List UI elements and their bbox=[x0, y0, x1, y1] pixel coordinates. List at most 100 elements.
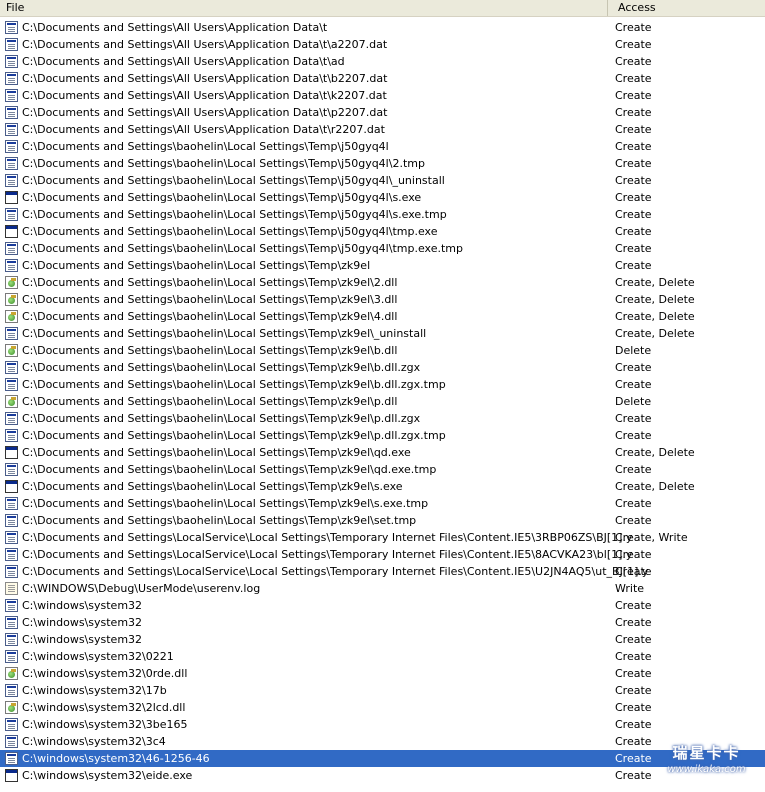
file-path: C:\Documents and Settings\baohelin\Local… bbox=[22, 327, 427, 340]
file-path: C:\Documents and Settings\All Users\Appl… bbox=[22, 106, 388, 119]
table-row[interactable]: C:\Documents and Settings\baohelin\Local… bbox=[0, 189, 765, 206]
access-type: Create bbox=[615, 38, 652, 51]
access-type: Create bbox=[615, 752, 652, 765]
file-path: C:\Documents and Settings\baohelin\Local… bbox=[22, 208, 447, 221]
file-path: C:\Documents and Settings\baohelin\Local… bbox=[22, 480, 403, 493]
table-row[interactable]: C:\windows\system32 Create bbox=[0, 631, 765, 648]
table-row[interactable]: C:\Documents and Settings\baohelin\Local… bbox=[0, 206, 765, 223]
file-path: C:\Documents and Settings\baohelin\Local… bbox=[22, 276, 398, 289]
table-row[interactable]: C:\Documents and Settings\baohelin\Local… bbox=[0, 172, 765, 189]
access-type: Create bbox=[615, 616, 652, 629]
column-header-access[interactable]: Access bbox=[609, 0, 765, 16]
table-row[interactable]: C:\Documents and Settings\LocalService\L… bbox=[0, 529, 765, 546]
dll-file-icon bbox=[5, 667, 18, 680]
table-row[interactable]: C:\Documents and Settings\All Users\Appl… bbox=[0, 104, 765, 121]
table-row[interactable]: C:\Documents and Settings\baohelin\Local… bbox=[0, 393, 765, 410]
access-type: Create, Write bbox=[615, 531, 688, 544]
table-row[interactable]: C:\windows\system32\0221 Create bbox=[0, 648, 765, 665]
table-row[interactable]: C:\Documents and Settings\baohelin\Local… bbox=[0, 444, 765, 461]
doc-file-icon bbox=[5, 616, 18, 629]
access-type: Create bbox=[615, 123, 652, 136]
access-type: Create bbox=[615, 735, 652, 748]
file-path: C:\Documents and Settings\baohelin\Local… bbox=[22, 514, 417, 527]
doc-file-icon bbox=[5, 89, 18, 102]
table-row[interactable]: C:\Documents and Settings\baohelin\Local… bbox=[0, 257, 765, 274]
access-type: Create bbox=[615, 361, 652, 374]
column-header-file[interactable]: File bbox=[0, 0, 608, 16]
doc-file-icon bbox=[5, 55, 18, 68]
exe-file-icon bbox=[5, 191, 18, 204]
table-row[interactable]: C:\Documents and Settings\All Users\Appl… bbox=[0, 121, 765, 138]
access-type: Create bbox=[615, 429, 652, 442]
file-path: C:\Documents and Settings\baohelin\Local… bbox=[22, 174, 445, 187]
table-row[interactable]: C:\Documents and Settings\baohelin\Local… bbox=[0, 410, 765, 427]
doc-file-icon bbox=[5, 412, 18, 425]
watermark-title: 瑞星卡卡 bbox=[672, 744, 741, 762]
table-row[interactable]: C:\Documents and Settings\baohelin\Local… bbox=[0, 138, 765, 155]
doc-file-icon bbox=[5, 429, 18, 442]
access-type: Create bbox=[615, 514, 652, 527]
file-path: C:\Documents and Settings\LocalService\L… bbox=[22, 565, 649, 578]
table-row[interactable]: C:\Documents and Settings\baohelin\Local… bbox=[0, 325, 765, 342]
table-row[interactable]: C:\Documents and Settings\baohelin\Local… bbox=[0, 342, 765, 359]
table-row[interactable]: C:\Documents and Settings\baohelin\Local… bbox=[0, 291, 765, 308]
table-row[interactable]: C:\windows\system32\17b Create bbox=[0, 682, 765, 699]
table-row[interactable]: C:\windows\system32\0rde.dll Create bbox=[0, 665, 765, 682]
watermark: 瑞星卡卡 www.ikaka.com bbox=[648, 743, 765, 783]
doc-file-icon bbox=[5, 21, 18, 34]
table-row[interactable]: C:\Documents and Settings\All Users\Appl… bbox=[0, 87, 765, 104]
table-row[interactable]: C:\Documents and Settings\baohelin\Local… bbox=[0, 240, 765, 257]
doc-file-icon bbox=[5, 752, 18, 765]
file-path: C:\windows\system32\2lcd.dll bbox=[22, 701, 186, 714]
file-path: C:\windows\system32 bbox=[22, 616, 143, 629]
dll-file-icon bbox=[5, 293, 18, 306]
table-row[interactable]: C:\Documents and Settings\LocalService\L… bbox=[0, 546, 765, 563]
access-type: Create bbox=[615, 259, 652, 272]
access-type: Create, Delete bbox=[615, 293, 695, 306]
table-row[interactable]: C:\windows\system32\2lcd.dll Create bbox=[0, 699, 765, 716]
table-row[interactable]: C:\windows\system32 Create bbox=[0, 597, 765, 614]
file-path: C:\Documents and Settings\baohelin\Local… bbox=[22, 429, 446, 442]
table-row[interactable]: C:\Documents and Settings\baohelin\Local… bbox=[0, 427, 765, 444]
access-type: Create bbox=[615, 242, 652, 255]
table-row[interactable]: C:\Documents and Settings\baohelin\Local… bbox=[0, 223, 765, 240]
table-row[interactable]: C:\WINDOWS\Debug\UserMode\userenv.log Wri… bbox=[0, 580, 765, 597]
table-row[interactable]: C:\Documents and Settings\baohelin\Local… bbox=[0, 512, 765, 529]
dll-file-icon bbox=[5, 276, 18, 289]
file-path: C:\windows\system32 bbox=[22, 599, 143, 612]
doc-file-icon bbox=[5, 463, 18, 476]
table-row[interactable]: C:\Documents and Settings\baohelin\Local… bbox=[0, 376, 765, 393]
access-type: Create bbox=[615, 497, 652, 510]
access-type: Create bbox=[615, 174, 652, 187]
access-type: Create bbox=[615, 208, 652, 221]
doc-file-icon bbox=[5, 531, 18, 544]
table-row[interactable]: C:\Documents and Settings\LocalService\L… bbox=[0, 563, 765, 580]
access-type: Create bbox=[615, 565, 652, 578]
table-row[interactable]: C:\windows\system32\3be165 Create bbox=[0, 716, 765, 733]
table-row[interactable]: C:\Documents and Settings\baohelin\Local… bbox=[0, 274, 765, 291]
table-row[interactable]: C:\windows\system32 Create bbox=[0, 614, 765, 631]
table-row[interactable]: C:\Documents and Settings\baohelin\Local… bbox=[0, 478, 765, 495]
table-row[interactable]: C:\Documents and Settings\All Users\Appl… bbox=[0, 53, 765, 70]
table-row[interactable]: C:\Documents and Settings\baohelin\Local… bbox=[0, 155, 765, 172]
table-row[interactable]: C:\Documents and Settings\baohelin\Local… bbox=[0, 308, 765, 325]
file-path: C:\Documents and Settings\baohelin\Local… bbox=[22, 140, 389, 153]
access-type: Create bbox=[615, 89, 652, 102]
access-type: Create bbox=[615, 599, 652, 612]
file-access-list: C:\Documents and Settings\All Users\Appl… bbox=[0, 19, 765, 784]
exe-file-icon bbox=[5, 480, 18, 493]
file-path: C:\Documents and Settings\LocalService\L… bbox=[22, 531, 633, 544]
table-row[interactable]: C:\Documents and Settings\All Users\Appl… bbox=[0, 36, 765, 53]
table-row[interactable]: C:\Documents and Settings\baohelin\Local… bbox=[0, 461, 765, 478]
doc-file-icon bbox=[5, 565, 18, 578]
table-row[interactable]: C:\Documents and Settings\All Users\Appl… bbox=[0, 70, 765, 87]
access-type: Create bbox=[615, 684, 652, 697]
file-path: C:\Documents and Settings\baohelin\Local… bbox=[22, 293, 398, 306]
dll-file-icon bbox=[5, 344, 18, 357]
access-type: Create bbox=[615, 718, 652, 731]
table-row[interactable]: C:\Documents and Settings\baohelin\Local… bbox=[0, 359, 765, 376]
table-row[interactable]: C:\Documents and Settings\baohelin\Local… bbox=[0, 495, 765, 512]
doc-file-icon bbox=[5, 123, 18, 136]
table-row[interactable]: C:\Documents and Settings\All Users\Appl… bbox=[0, 19, 765, 36]
file-path: C:\Documents and Settings\baohelin\Local… bbox=[22, 463, 437, 476]
